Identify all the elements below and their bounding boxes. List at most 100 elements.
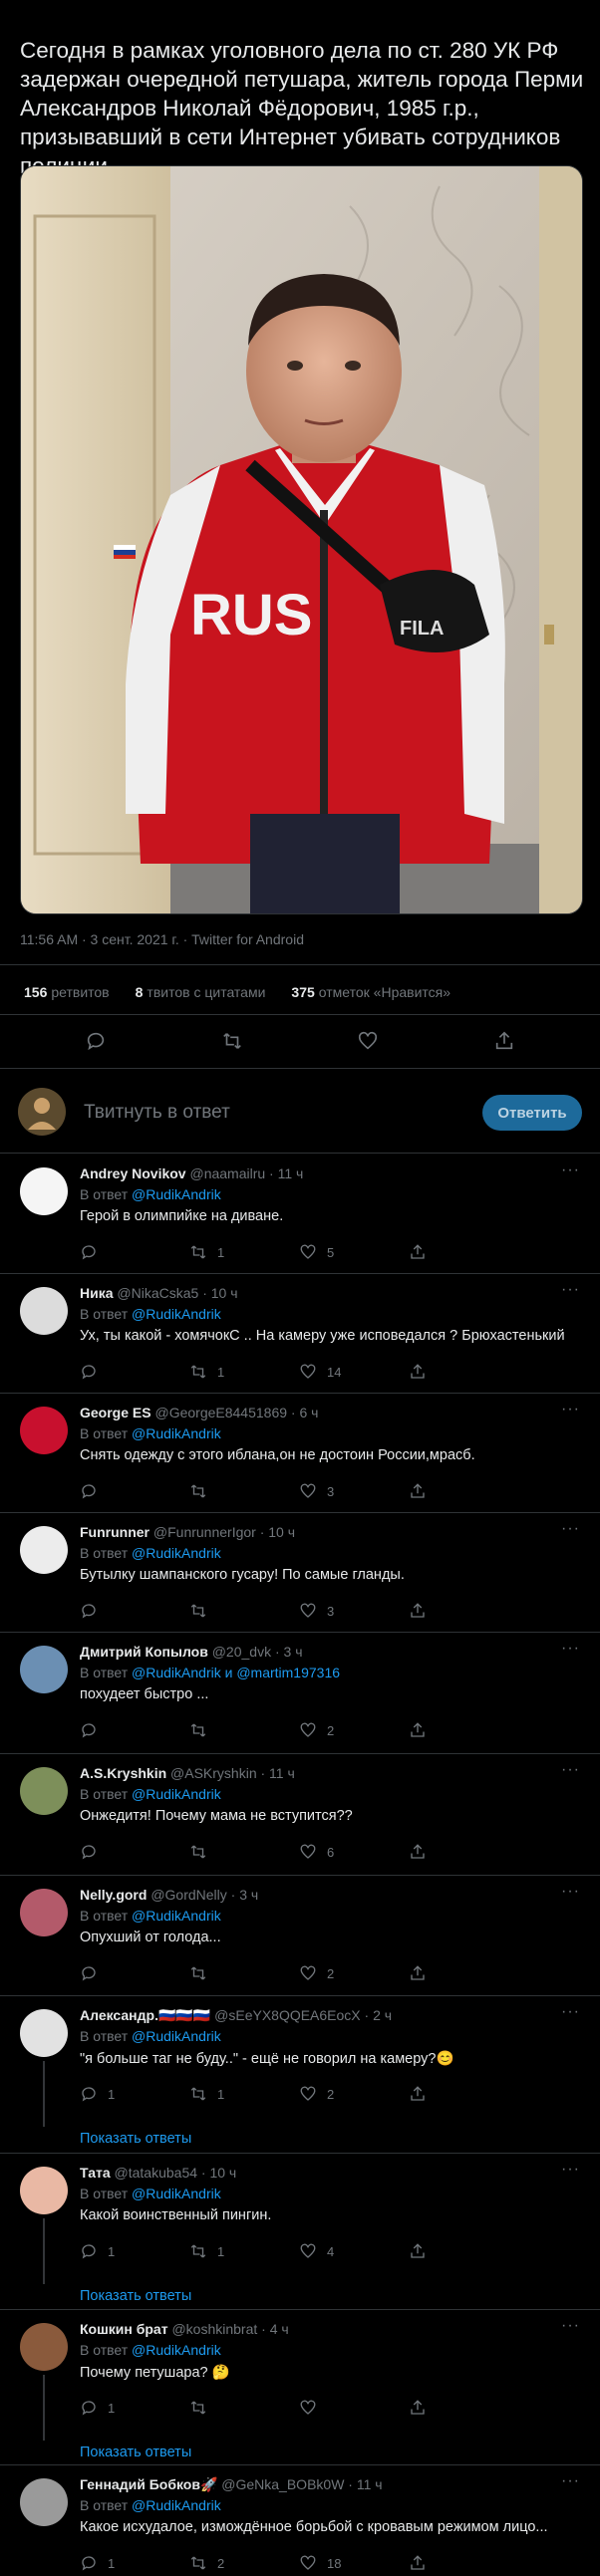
display-name[interactable]: A.S.Kryshkin	[80, 1765, 166, 1781]
display-name[interactable]: Геннадий Бобков🚀	[80, 2476, 217, 2492]
like-count[interactable]	[299, 2399, 409, 2417]
like-count[interactable]: 18	[299, 2554, 409, 2572]
retweets-stat[interactable]: 156 ретвитов	[24, 984, 110, 1000]
replying-to-link[interactable]: @RudikAndrik	[132, 1545, 221, 1561]
avatar[interactable]	[20, 1646, 68, 1693]
retweet-count[interactable]: 1	[189, 1363, 299, 1381]
avatar[interactable]	[20, 1167, 68, 1215]
avatar[interactable]	[20, 1407, 68, 1454]
share-count[interactable]	[409, 1602, 518, 1620]
display-name[interactable]: George ES	[80, 1405, 151, 1420]
avatar[interactable]	[20, 1287, 68, 1335]
more-icon[interactable]: ···	[561, 1520, 580, 1538]
tweet-photo[interactable]: RUS FILA	[20, 165, 583, 914]
likes-stat[interactable]: 375 отметок «Нравится»	[291, 984, 450, 1000]
share-count[interactable]	[409, 2399, 518, 2417]
tweet-timestamp[interactable]: 11:56 AM · 3 сент. 2021 г. · Twitter for…	[20, 931, 304, 947]
like-count[interactable]: 3	[299, 1482, 409, 1500]
more-icon[interactable]: ···	[561, 1883, 580, 1901]
replying-to-link[interactable]: @RudikAndrik	[132, 2342, 221, 2358]
display-name[interactable]: Александр.🇷🇺🇷🇺🇷🇺	[80, 2007, 210, 2023]
replying-to-link[interactable]: @RudikAndrik	[132, 2028, 221, 2044]
display-name[interactable]: Дмитрий Копылов	[80, 1644, 208, 1660]
replying-to-link[interactable]: @RudikAndrik	[132, 1306, 221, 1322]
reply-icon[interactable]	[83, 1028, 109, 1054]
more-icon[interactable]: ···	[561, 2003, 580, 2021]
share-count[interactable]	[409, 1843, 518, 1861]
reply-count[interactable]: 1	[80, 2242, 189, 2260]
like-count[interactable]: 2	[299, 1721, 409, 1739]
more-icon[interactable]: ···	[561, 2317, 580, 2335]
share-count[interactable]	[409, 2242, 518, 2260]
reply-tweet[interactable]: Funrunner @FunrunnerIgor · 10 ч ··· В от…	[0, 1514, 600, 1634]
retweet-count[interactable]: 1	[189, 2242, 299, 2260]
reply-input[interactable]: Твитнуть в ответ	[84, 1102, 230, 1124]
retweet-icon[interactable]	[219, 1028, 245, 1054]
share-count[interactable]	[409, 1964, 518, 1982]
retweet-count[interactable]	[189, 1721, 299, 1739]
reply-tweet[interactable]: Ника @NikaCska5 · 10 ч ··· В ответ @Rudi…	[0, 1275, 600, 1395]
retweet-count[interactable]	[189, 1482, 299, 1500]
reply-tweet[interactable]: A.S.Kryshkin @ASKryshkin · 11 ч ··· В от…	[0, 1755, 600, 1875]
avatar[interactable]	[20, 1767, 68, 1815]
more-icon[interactable]: ···	[561, 1161, 580, 1179]
more-icon[interactable]: ···	[561, 1640, 580, 1658]
reply-count[interactable]	[80, 1602, 189, 1620]
retweet-count[interactable]: 2	[189, 2554, 299, 2572]
retweet-count[interactable]: 1	[189, 1243, 299, 1261]
reply-count[interactable]	[80, 1843, 189, 1861]
display-name[interactable]: Кошкин брат	[80, 2321, 168, 2337]
share-count[interactable]	[409, 2554, 518, 2572]
like-count[interactable]: 2	[299, 1964, 409, 1982]
share-count[interactable]	[409, 1363, 518, 1381]
avatar[interactable]	[20, 1889, 68, 1936]
share-count[interactable]	[409, 2085, 518, 2103]
display-name[interactable]: Nelly.gord	[80, 1887, 147, 1903]
reply-tweet[interactable]: Геннадий Бобков🚀 @GeNka_BOBk0W · 11 ч ··…	[0, 2466, 600, 2576]
avatar[interactable]	[20, 2167, 68, 2214]
replying-to-link[interactable]: @RudikAndrik	[132, 2497, 221, 2513]
reply-tweet[interactable]: George ES @GeorgeE84451869 · 6 ч ··· В о…	[0, 1395, 600, 1514]
retweet-count[interactable]	[189, 1964, 299, 1982]
reply-submit-button[interactable]: Ответить	[482, 1095, 582, 1131]
like-count[interactable]: 2	[299, 2085, 409, 2103]
display-name[interactable]: Andrey Novikov	[80, 1165, 186, 1181]
reply-tweet[interactable]: Кошкин брат @koshkinbrat · 4 ч ··· В отв…	[0, 2311, 600, 2470]
like-icon[interactable]	[355, 1028, 381, 1054]
retweet-count[interactable]: 1	[189, 2085, 299, 2103]
avatar[interactable]	[20, 2323, 68, 2371]
like-count[interactable]: 6	[299, 1843, 409, 1861]
share-count[interactable]	[409, 1482, 518, 1500]
display-name[interactable]: Тата	[80, 2165, 111, 2181]
more-icon[interactable]: ···	[561, 2161, 580, 2179]
reply-count[interactable]	[80, 1482, 189, 1500]
like-count[interactable]: 3	[299, 1602, 409, 1620]
reply-tweet[interactable]: Тата @tatakuba54 · 10 ч ··· В ответ @Rud…	[0, 2155, 600, 2314]
show-replies-link[interactable]: Показать ответы	[80, 2288, 191, 2304]
reply-count[interactable]	[80, 1363, 189, 1381]
like-count[interactable]: 4	[299, 2242, 409, 2260]
share-icon[interactable]	[491, 1028, 517, 1054]
avatar[interactable]	[20, 2009, 68, 2057]
replying-to-link[interactable]: @RudikAndrik	[132, 1786, 221, 1802]
reply-count[interactable]	[80, 1721, 189, 1739]
reply-count[interactable]: 1	[80, 2554, 189, 2572]
reply-count[interactable]	[80, 1243, 189, 1261]
display-name[interactable]: Ника	[80, 1285, 114, 1301]
reply-count[interactable]: 1	[80, 2085, 189, 2103]
reply-count[interactable]	[80, 1964, 189, 1982]
user-avatar[interactable]	[18, 1088, 66, 1136]
replying-to-link[interactable]: @RudikAndrik	[132, 1665, 221, 1680]
more-icon[interactable]: ···	[561, 1761, 580, 1779]
share-count[interactable]	[409, 1243, 518, 1261]
replying-to-link[interactable]: @RudikAndrik	[132, 1186, 221, 1202]
reply-tweet[interactable]: Andrey Novikov @naamailru · 11 ч ··· В о…	[0, 1156, 600, 1275]
show-replies-link[interactable]: Показать ответы	[80, 2445, 191, 2460]
retweet-count[interactable]	[189, 1602, 299, 1620]
quotes-stat[interactable]: 8 твитов с цитатами	[136, 984, 266, 1000]
more-icon[interactable]: ···	[561, 2472, 580, 2490]
replying-to-link[interactable]: @RudikAndrik	[132, 1425, 221, 1441]
avatar[interactable]	[20, 2478, 68, 2526]
display-name[interactable]: Funrunner	[80, 1524, 150, 1540]
replying-to-link[interactable]: @RudikAndrik	[132, 1908, 221, 1924]
